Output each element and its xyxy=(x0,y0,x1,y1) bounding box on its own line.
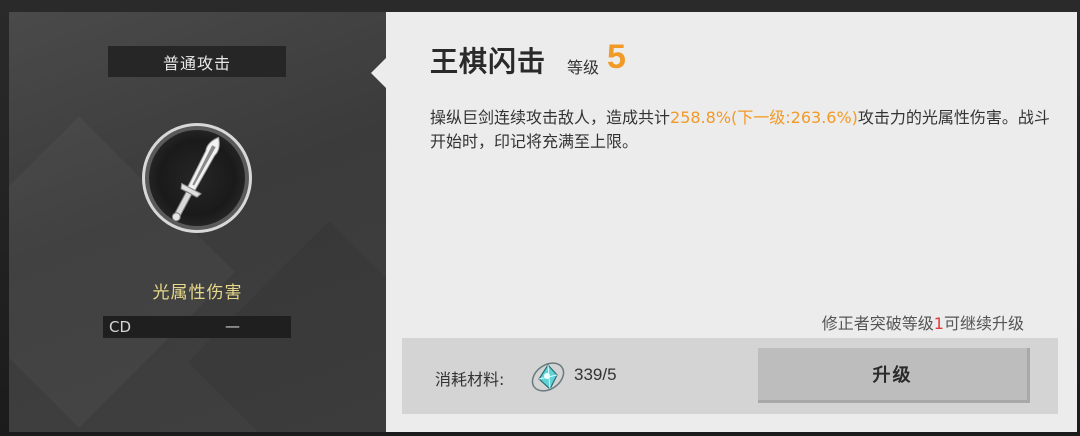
skill-name: 王棋闪击 xyxy=(430,45,547,78)
skill-detail-window: 普通攻击 光属性伤害 CD — 王棋闪击 等级 5 操纵巨剑连续攻击敌人，造成共… xyxy=(9,12,1077,432)
greatsword-icon xyxy=(171,136,220,222)
crystal-core-icon xyxy=(531,362,565,392)
skill-icon-background xyxy=(149,130,245,226)
upgrade-cost-bar: 消耗材料: 339/5 升级 xyxy=(402,338,1058,414)
panel-pointer xyxy=(371,58,386,88)
skill-icon-frame xyxy=(142,123,252,233)
skill-description: 操纵巨剑连续攻击敌人，造成共计258.8%(下一级:263.6%)攻击力的光属性… xyxy=(430,106,1050,154)
requirement-prefix: 修正者突破等级 xyxy=(821,314,934,333)
description-text: 操纵巨剑连续攻击敌人，造成共计 xyxy=(430,108,671,127)
requirement-suffix: 可继续升级 xyxy=(943,314,1024,333)
skill-type-label: 普通攻击 xyxy=(108,46,286,77)
material-label: 消耗材料: xyxy=(435,370,505,389)
description-damage-value: 258.8%(下一级:263.6%) xyxy=(670,108,858,127)
damage-type-label: 光属性伤害 xyxy=(152,283,243,303)
cooldown-value: — xyxy=(225,317,240,335)
skill-detail-panel: 王棋闪击 等级 5 操纵巨剑连续攻击敌人，造成共计258.8%(下一级:263.… xyxy=(386,12,1077,432)
skill-level-label: 等级 xyxy=(567,58,600,77)
skill-summary-panel: 普通攻击 光属性伤害 CD — xyxy=(9,12,386,432)
cooldown-bar: CD — xyxy=(103,316,291,338)
cooldown-label: CD xyxy=(109,318,132,336)
material-count: 339/5 xyxy=(574,365,617,384)
skill-level-value: 5 xyxy=(607,38,626,76)
upgrade-button[interactable]: 升级 xyxy=(758,348,1030,403)
requirement-level: 1 xyxy=(933,314,944,333)
upgrade-requirement: 修正者突破等级1可继续升级 xyxy=(822,310,1024,334)
